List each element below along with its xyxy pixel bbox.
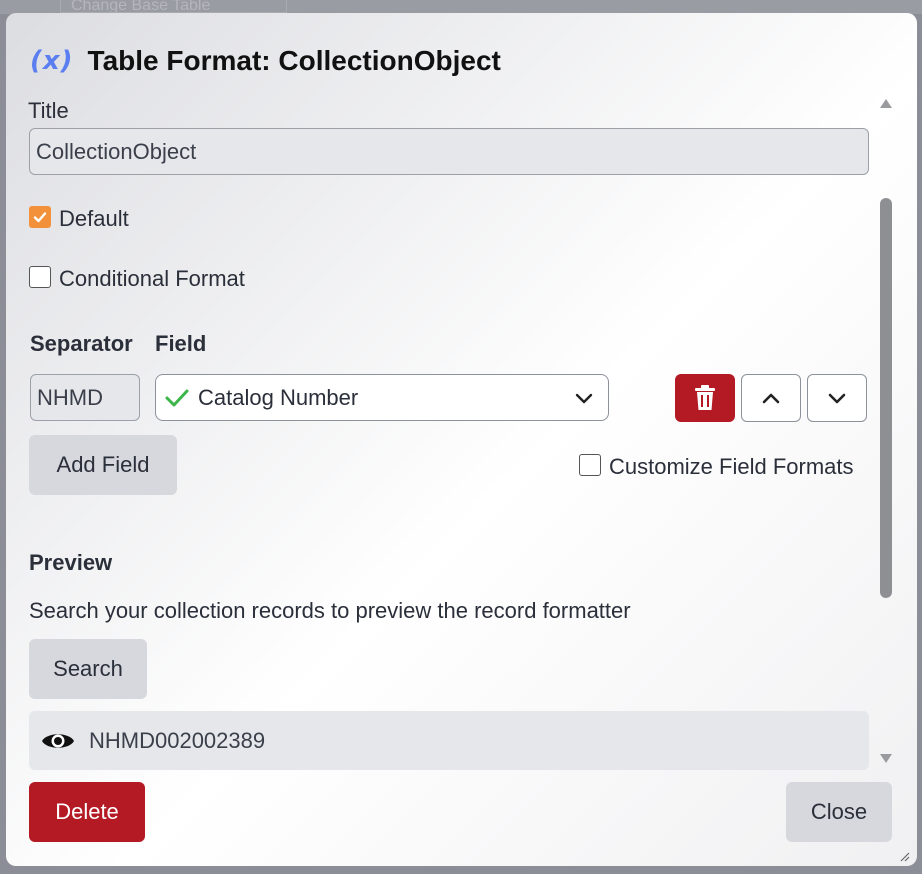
title-label: Title [28,98,69,123]
close-button[interactable]: Close [786,782,892,842]
move-field-up-button[interactable] [741,374,801,422]
field-header: Field [155,331,207,356]
chevron-up-icon [762,393,780,404]
dialog-title: Table Format: CollectionObject [87,45,501,76]
title-input[interactable]: CollectionObject [29,128,869,175]
delete-button[interactable]: Delete [29,782,145,842]
field-select[interactable]: Catalog Number [155,374,609,421]
default-label: Default [59,206,129,231]
trash-icon [695,385,715,410]
add-field-button[interactable]: Add Field [29,435,177,495]
conditional-format-checkbox[interactable] [29,266,51,288]
chevron-down-icon [575,393,593,403]
search-button[interactable]: Search [29,639,147,699]
customize-field-formats-label: Customize Field Formats [609,454,854,479]
chevron-down-icon [828,393,846,404]
scrollbar-thumb[interactable] [880,198,892,598]
valid-check-icon [165,389,189,406]
default-checkbox[interactable] [29,206,51,228]
preview-description: Search your collection records to previe… [29,598,631,623]
eye-icon[interactable] [41,729,75,753]
table-format-dialog: (x) Table Format: CollectionObject Title… [6,13,917,866]
field-select-value: Catalog Number [198,384,359,410]
conditional-format-label: Conditional Format [59,266,245,291]
variable-icon: (x) [30,46,74,76]
preview-result-value: NHMD002002389 [89,727,266,753]
backdrop-tab: Change Base Table [60,0,287,13]
delete-field-button[interactable] [675,374,735,422]
separator-header: Separator [30,331,133,356]
resize-grip-icon[interactable] [898,850,910,862]
scroll-up-arrow-icon[interactable] [879,97,893,109]
scroll-down-arrow-icon[interactable] [879,753,893,765]
preview-result-row: NHMD002002389 [29,711,869,770]
customize-field-formats-checkbox[interactable] [579,454,601,476]
dialog-header: (x) Table Format: CollectionObject [30,41,501,81]
move-field-down-button[interactable] [807,374,867,422]
check-icon [33,212,47,223]
separator-input[interactable]: NHMD [30,374,140,421]
preview-heading: Preview [29,550,113,575]
